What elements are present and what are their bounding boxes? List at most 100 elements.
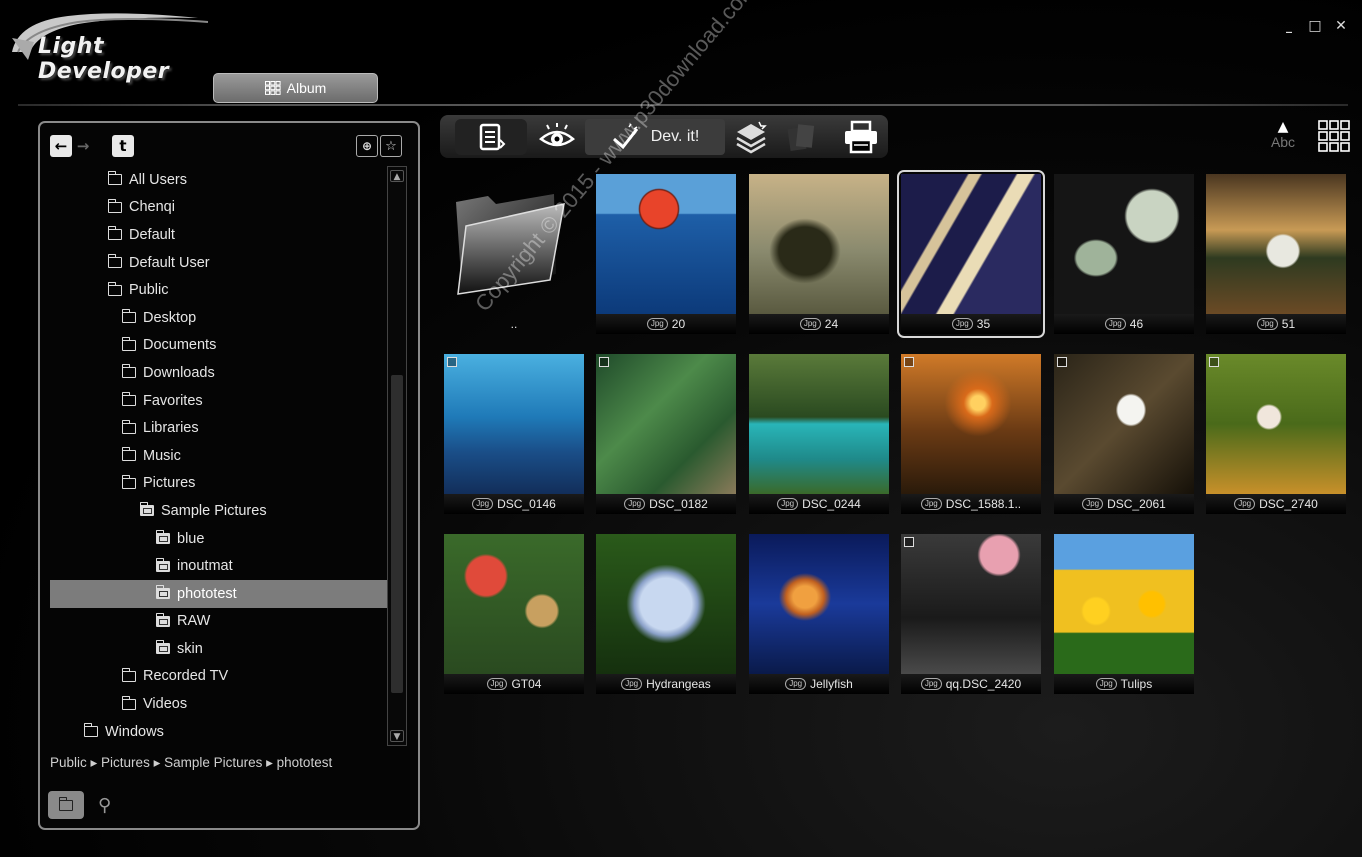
- frames-button[interactable]: [779, 119, 823, 155]
- favorite-star-icon[interactable]: ☆: [380, 135, 402, 157]
- tree-item[interactable]: Pictures: [50, 470, 396, 498]
- tree-item[interactable]: Chenqi: [50, 194, 396, 222]
- jpg-badge-icon: Jpg: [1095, 678, 1117, 690]
- breadcrumb: Public ▸ Pictures ▸ Sample Pictures ▸ ph…: [50, 755, 333, 770]
- tree-item[interactable]: Windows: [50, 718, 396, 746]
- jpg-badge-icon: Jpg: [920, 498, 942, 510]
- jpg-badge-icon: Jpg: [646, 318, 668, 330]
- thumbnail-label: Jpg 20: [596, 314, 736, 334]
- tree-scrollbar[interactable]: ▲ ▼: [387, 166, 407, 746]
- tree-item[interactable]: phototest: [50, 579, 396, 608]
- folder-view-tab[interactable]: [48, 791, 84, 819]
- photo-thumbnail[interactable]: Jpg DSC_2740: [1206, 354, 1346, 514]
- grid-view-icon: [1318, 120, 1350, 152]
- photo-thumbnail[interactable]: Jpg 20: [596, 174, 736, 334]
- photo-image: [596, 354, 736, 494]
- tree-item[interactable]: Libraries: [50, 414, 396, 442]
- photo-thumbnail[interactable]: Jpg DSC_0182: [596, 354, 736, 514]
- tree-item[interactable]: Sample Pictures: [50, 497, 396, 525]
- tree-item-label: Recorded TV: [143, 668, 229, 685]
- thumbnail-name: GT04: [511, 677, 542, 691]
- grid-icon: [264, 81, 281, 95]
- tree-item-label: Chenqi: [129, 199, 175, 216]
- tree-item-label: All Users: [129, 171, 188, 188]
- tree-item[interactable]: All Users: [50, 166, 396, 194]
- tree-item[interactable]: blue: [50, 525, 396, 553]
- photo-thumbnail[interactable]: Jpg 24: [749, 174, 889, 334]
- parent-folder-thumbnail[interactable]: ..: [444, 174, 584, 334]
- tree-item-label: Default User: [129, 254, 210, 271]
- raw-indicator-icon: [1057, 357, 1067, 367]
- photo-image: [901, 534, 1041, 674]
- folder-icon: [139, 502, 154, 517]
- tree-item-label: Desktop: [143, 309, 197, 326]
- header-divider: [18, 104, 1348, 106]
- jpg-badge-icon: Jpg: [777, 498, 799, 510]
- photo-thumbnail[interactable]: Jpg 46: [1054, 174, 1194, 334]
- photo-thumbnail[interactable]: Jpg 35: [897, 170, 1045, 338]
- eye-icon: [539, 123, 575, 147]
- tree-item[interactable]: RAW: [50, 608, 396, 636]
- photo-thumbnail[interactable]: Jpg DSC_0146: [444, 354, 584, 514]
- scroll-up-icon[interactable]: ▲: [390, 170, 404, 182]
- tree-item[interactable]: Music: [50, 442, 396, 470]
- scroll-thumb[interactable]: [391, 375, 403, 693]
- folder-icon: [121, 474, 136, 489]
- folder-icon: [107, 171, 122, 186]
- tree-item[interactable]: Default User: [50, 249, 396, 277]
- folder-icon: [121, 667, 136, 682]
- back-arrow-icon[interactable]: ←: [50, 135, 72, 157]
- photo-thumbnail[interactable]: Jpg Jellyfish: [749, 534, 889, 694]
- forward-arrow-icon[interactable]: →: [72, 135, 94, 157]
- folder-panel: ← → t ⊕ ☆ All Users Chenqi Default Default …: [38, 121, 420, 830]
- photo-thumbnail[interactable]: Jpg 51: [1206, 174, 1346, 334]
- tree-item[interactable]: Documents: [50, 332, 396, 360]
- photo-thumbnail[interactable]: Jpg Hydrangeas: [596, 534, 736, 694]
- photo-image: [1054, 534, 1194, 674]
- photo-thumbnail[interactable]: Jpg DSC_0244: [749, 354, 889, 514]
- photo-thumbnail[interactable]: Jpg Tulips: [1054, 534, 1194, 694]
- tree-item[interactable]: skin: [50, 635, 396, 663]
- scroll-down-icon[interactable]: ▼: [390, 730, 404, 742]
- tree-item[interactable]: inoutmat: [50, 552, 396, 580]
- tree-item-label: Music: [143, 447, 181, 464]
- tree-item-label: Documents: [143, 337, 217, 354]
- tree-item[interactable]: Favorites: [50, 387, 396, 415]
- tree-item[interactable]: Videos: [50, 690, 396, 718]
- new-folder-icon[interactable]: ⊕: [356, 135, 378, 157]
- tree-item[interactable]: Public: [50, 276, 396, 304]
- tree-item[interactable]: Downloads: [50, 359, 396, 387]
- folder-icon: [107, 198, 122, 213]
- photo-thumbnail[interactable]: Jpg DSC_2061: [1054, 354, 1194, 514]
- maximize-button[interactable]: □: [1304, 16, 1326, 36]
- grid-view-button[interactable]: [1318, 120, 1350, 152]
- close-button[interactable]: ✕: [1330, 16, 1352, 36]
- minimize-button[interactable]: _: [1278, 16, 1300, 36]
- thumbnail-label: Jpg 35: [901, 314, 1041, 334]
- folder-icon: [155, 612, 170, 627]
- photo-thumbnail[interactable]: Jpg qq.DSC_2420: [901, 534, 1041, 694]
- photo-image: [596, 174, 736, 314]
- folder-icon: [107, 254, 122, 269]
- parent-folder-icon[interactable]: t: [112, 135, 134, 157]
- open-folder-icon: [456, 194, 565, 295]
- tree-item[interactable]: Default: [50, 221, 396, 249]
- view-eye-button[interactable]: [533, 119, 581, 155]
- info-list-button[interactable]: [455, 119, 527, 155]
- develop-button[interactable]: Dev. it!: [585, 119, 725, 155]
- thumbnail-label: Jpg 51: [1206, 314, 1346, 334]
- tree-item-label: Public: [129, 282, 169, 299]
- batch-button[interactable]: [729, 119, 773, 155]
- thumbnail-name: DSC_2740: [1259, 497, 1318, 511]
- sort-control[interactable]: ▲ Abc: [1268, 120, 1298, 150]
- search-icon[interactable]: ⚲: [98, 795, 111, 816]
- print-button[interactable]: [836, 119, 886, 155]
- folder-icon: [121, 309, 136, 324]
- thumbnail-label: Jpg Jellyfish: [749, 674, 889, 694]
- tree-item[interactable]: Desktop: [50, 304, 396, 332]
- folder-icon: [121, 392, 136, 407]
- tab-album[interactable]: Album: [213, 73, 378, 103]
- photo-thumbnail[interactable]: Jpg GT04: [444, 534, 584, 694]
- tree-item[interactable]: Recorded TV: [50, 663, 396, 691]
- photo-thumbnail[interactable]: Jpg DSC_1588.1..: [901, 354, 1041, 514]
